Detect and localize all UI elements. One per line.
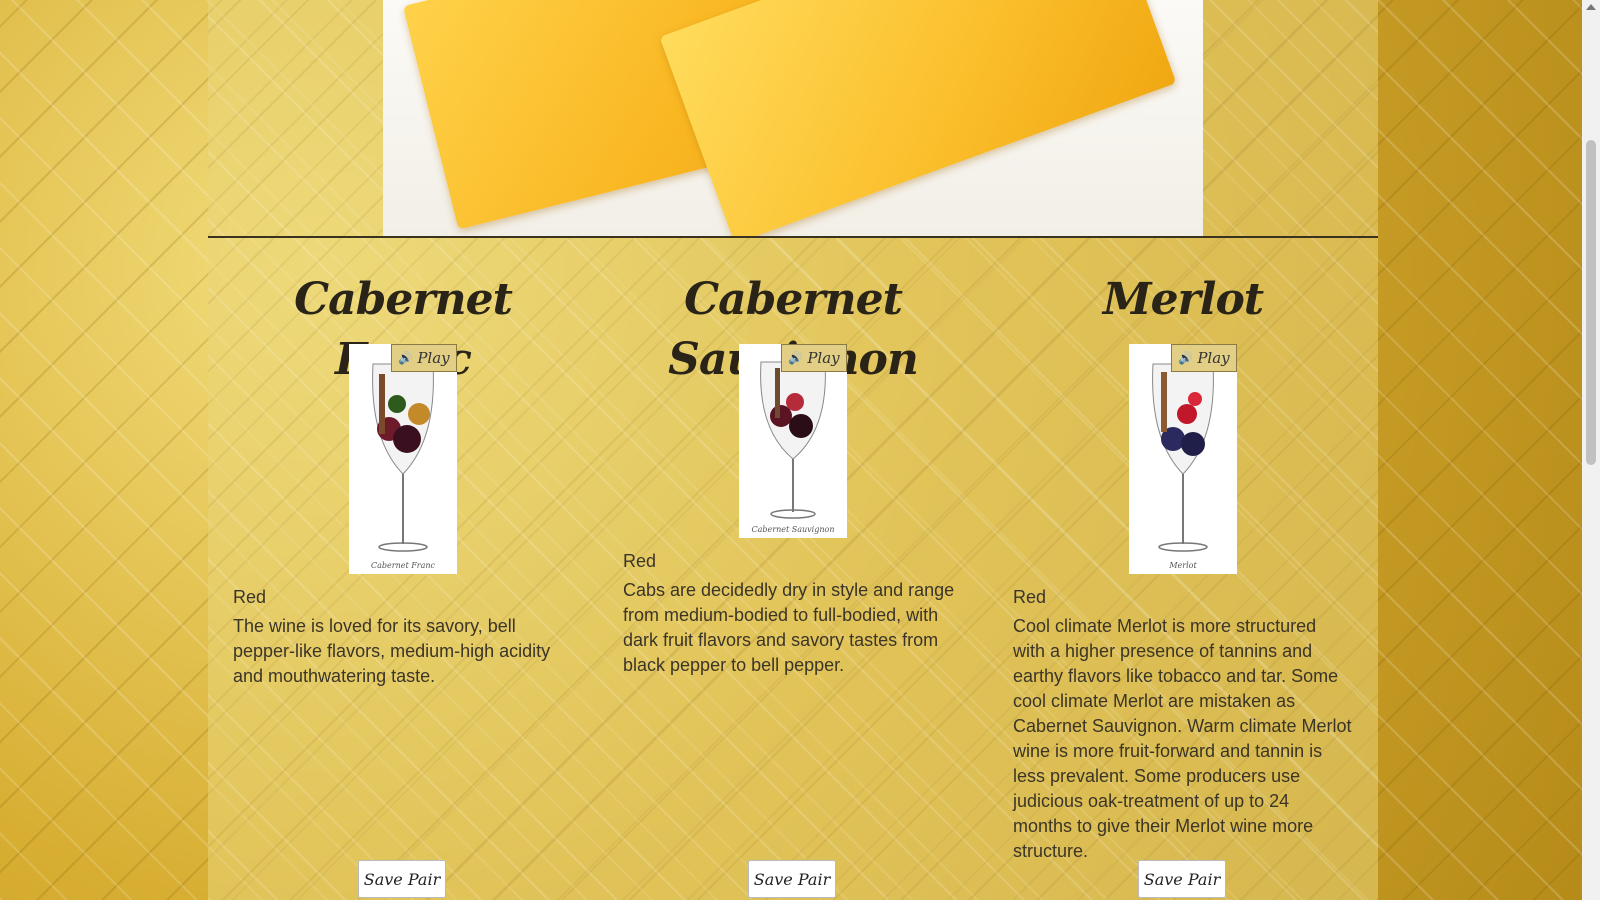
save-pair-button[interactable]: Save Pair bbox=[748, 860, 836, 898]
play-label: Play bbox=[1197, 349, 1230, 367]
pair-card-merlot: Merlot Merlot 🔊 Play Red Cool climate Me… bbox=[1013, 270, 1353, 864]
wine-glass-image bbox=[760, 361, 826, 519]
wine-title: Cabernet Franc bbox=[294, 274, 513, 385]
wine-image: Merlot 🔊 Play bbox=[1129, 344, 1237, 574]
wine-image: Cabernet Franc 🔊 Play bbox=[349, 344, 457, 574]
play-button[interactable]: 🔊 Play bbox=[1171, 344, 1237, 372]
divider bbox=[208, 236, 1378, 238]
wine-image: Cabernet Sauvignon 🔊 Play bbox=[739, 344, 847, 538]
scrollbar[interactable] bbox=[1582, 0, 1600, 900]
speaker-icon: 🔊 bbox=[398, 351, 414, 365]
wine-type: Red bbox=[1013, 587, 1047, 607]
pair-card-cabernet-franc: Cabernet Franc Cabernet Franc 🔊 Play Red… bbox=[233, 270, 573, 689]
wine-title: Cabernet Sauvignon bbox=[668, 274, 919, 385]
wine-description: Cool climate Merlot is more structured w… bbox=[1013, 616, 1352, 861]
scroll-up-arrow-icon[interactable] bbox=[1586, 4, 1596, 10]
content-panel: Cabernet Franc Cabernet Franc 🔊 Play Red… bbox=[208, 0, 1378, 900]
save-pair-button[interactable]: Save Pair bbox=[358, 860, 446, 898]
wine-image-caption: Cabernet Sauvignon bbox=[751, 525, 835, 534]
play-label: Play bbox=[417, 349, 450, 367]
wine-image-caption: Merlot bbox=[1169, 561, 1197, 570]
speaker-icon: 🔊 bbox=[788, 351, 804, 365]
wine-description: The wine is loved for its savory, bell p… bbox=[233, 616, 551, 686]
cheese-block bbox=[659, 0, 1177, 236]
wine-glass-image bbox=[1152, 363, 1214, 552]
wine-description: Cabs are decidedly dry in style and rang… bbox=[623, 580, 955, 675]
play-button[interactable]: 🔊 Play bbox=[391, 344, 457, 372]
wine-type: Red bbox=[233, 587, 267, 607]
hero-image-cheese bbox=[383, 0, 1203, 236]
scrollbar-thumb[interactable] bbox=[1586, 140, 1596, 465]
speaker-icon: 🔊 bbox=[1178, 351, 1194, 365]
wine-glass-image bbox=[372, 363, 434, 552]
play-label: Play bbox=[807, 349, 840, 367]
wine-title: Merlot bbox=[1102, 274, 1264, 325]
wine-image-caption: Cabernet Franc bbox=[371, 561, 435, 570]
save-pair-button[interactable]: Save Pair bbox=[1138, 860, 1226, 898]
play-button[interactable]: 🔊 Play bbox=[781, 344, 847, 372]
wine-type: Red bbox=[623, 551, 657, 571]
pair-card-cabernet-sauvignon: Cabernet Sauvignon Cabernet Sauvignon 🔊 … bbox=[623, 270, 963, 678]
